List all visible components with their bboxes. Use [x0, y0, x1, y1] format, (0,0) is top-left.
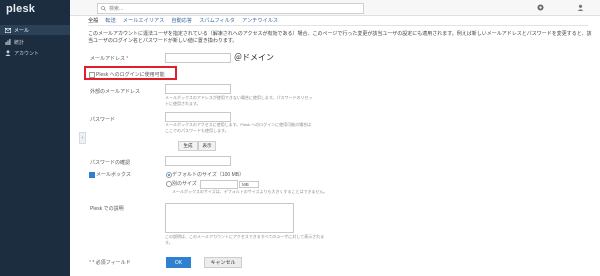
- tab-bar: 全般 転送 メールエイリアス 自動応答 スパムフィルタ アンチウイルス: [88, 17, 278, 24]
- sidebar-item-stats[interactable]: 統計: [0, 37, 70, 47]
- domain-annotation: ＠ドメイン: [234, 53, 274, 62]
- user-icon: [5, 50, 11, 56]
- description-label: Plesk での説明: [90, 206, 124, 212]
- cancel-button[interactable]: キャンセル: [204, 257, 242, 268]
- confirm-password-label: パスワードの確認: [90, 160, 131, 166]
- default-size-label: デフォルトのサイズ（100 MB）: [172, 172, 245, 178]
- email-label: メールアドレス *: [90, 56, 129, 62]
- tab-divider: [88, 25, 588, 26]
- external-email-hint: メールボックスのアドレスが使用できない場合に使用します。パスワードのリセットに使…: [165, 95, 313, 106]
- sidebar-item-label: メール: [14, 27, 30, 34]
- password-label: パスワード: [90, 117, 116, 123]
- mailbox-size-field[interactable]: [200, 180, 238, 189]
- sidebar-item-mail[interactable]: メール: [0, 25, 70, 35]
- mailbox-checkbox[interactable]: [89, 172, 95, 178]
- show-button[interactable]: 表示: [198, 141, 216, 151]
- password-field[interactable]: [165, 112, 231, 122]
- mail-icon: [5, 27, 11, 33]
- tab-general[interactable]: 全般: [88, 17, 98, 24]
- generate-button[interactable]: 生成: [178, 141, 198, 151]
- password-hint: メールボックスのアクセスに使用します。Plesk へのログインに使用可能の場合は…: [165, 122, 312, 133]
- sidebar-item-label: 統計: [14, 39, 25, 46]
- mailbox-hint: メールボックスのサイズは、デフォルトのサイズよりも大きくすることはできません。: [172, 189, 328, 194]
- ok-button[interactable]: OK: [166, 257, 191, 268]
- user-menu-icon[interactable]: [576, 3, 585, 12]
- another-size-label: 別のサイズ: [172, 181, 197, 187]
- description-textarea[interactable]: [165, 203, 294, 233]
- search-input[interactable]: 検索...: [97, 3, 364, 14]
- external-email-label: 外部のメールアドレス: [90, 89, 141, 95]
- size-unit-select[interactable]: MB: [239, 181, 259, 188]
- sidebar-item-label: アカウント: [14, 50, 40, 57]
- mailbox-label: メールボックス: [96, 172, 131, 178]
- help-icon[interactable]: [536, 3, 545, 12]
- plesk-logo: plesk: [6, 3, 36, 15]
- confirm-password-field[interactable]: [165, 156, 231, 166]
- search-icon: [101, 6, 106, 11]
- external-email-field[interactable]: [165, 84, 231, 94]
- email-field[interactable]: [165, 53, 231, 63]
- description-hint: この説明は、このメールアカウントにアクセスできるすべてのユーザに対して表示されま…: [165, 234, 325, 245]
- sidebar-item-account[interactable]: アカウント: [0, 48, 70, 58]
- required-fields-note: * * 必須フィールド: [89, 260, 131, 266]
- chart-icon: [5, 39, 11, 45]
- collapse-sidebar-button[interactable]: ‹: [79, 132, 86, 144]
- tab-antivirus[interactable]: アンチウイルス: [242, 17, 278, 24]
- search-placeholder: 検索...: [109, 6, 124, 12]
- tab-autoresponder[interactable]: 自動応答: [171, 17, 192, 24]
- tab-spam-filter[interactable]: スパムフィルタ: [199, 17, 235, 24]
- sidebar: plesk メール 統計 アカウント: [0, 0, 70, 276]
- highlight-box: [84, 66, 177, 80]
- page-description: このメールアカウントに違法ユーザを指定されている（解凍されへのアクセスが有効であ…: [88, 31, 592, 44]
- tab-forwarding[interactable]: 転送: [105, 17, 115, 24]
- tab-email-aliases[interactable]: メールエイリアス: [123, 17, 165, 24]
